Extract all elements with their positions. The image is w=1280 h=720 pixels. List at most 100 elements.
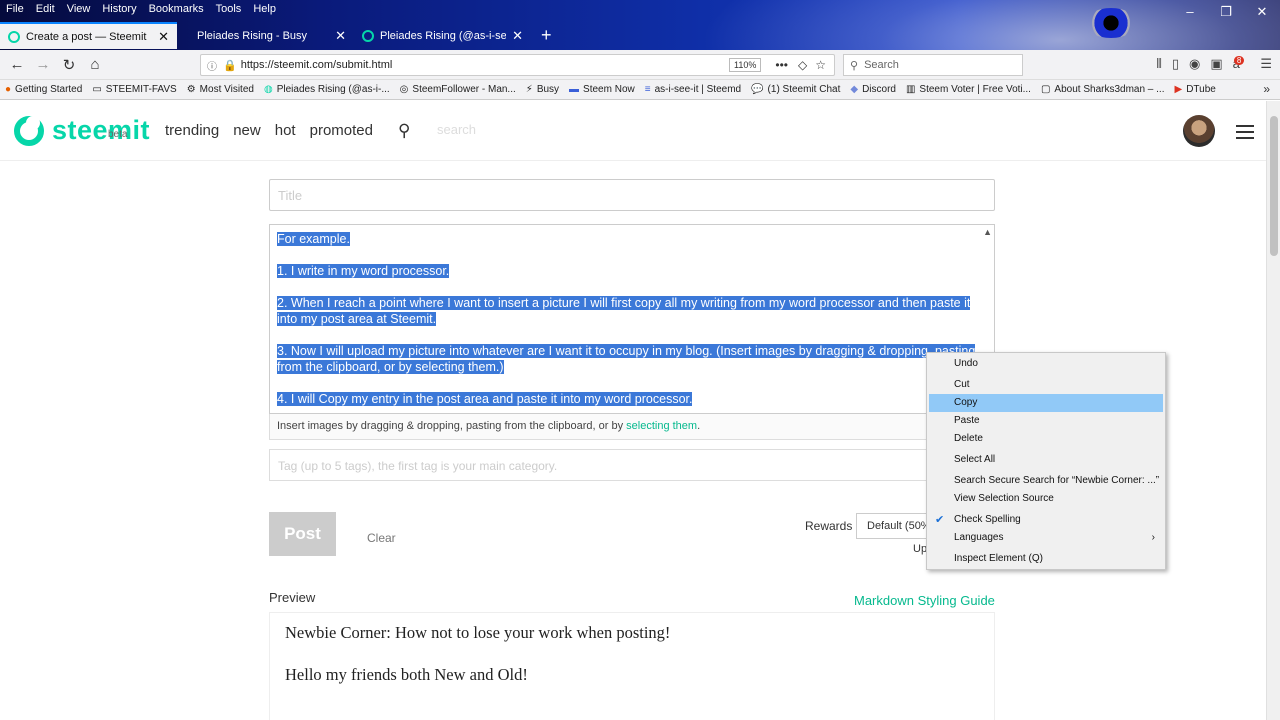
bookmark-item[interactable]: ⚙ Most Visited [182,84,259,95]
bookmark-folder[interactable]: ▭ STEEMIT-FAVS [87,84,181,95]
close-icon[interactable]: ✕ [158,29,169,45]
post-button[interactable]: Post [269,512,336,556]
selected-paragraph: 4. I will Copy my entry in the post area… [277,392,693,406]
amazon-icon[interactable]: a8 [1233,56,1251,72]
extension-icon[interactable]: ◉ [1189,56,1200,72]
bookmark-item[interactable]: ◎ SteemFollower - Man... [395,84,521,95]
close-window-button[interactable]: ✕ [1244,0,1280,24]
menu-item-check-spelling[interactable]: ✔ Check Spelling [929,511,1163,529]
steemit-icon: ◍ [263,84,273,95]
library-icon[interactable]: ⫴ [1156,56,1161,72]
tab-create-post[interactable]: Create a post — Steemit ✕ [0,22,177,49]
nav-promoted[interactable]: promoted [310,122,373,139]
post-body-textarea[interactable]: For example. 1. I write in my word proce… [269,224,995,414]
zoom-level[interactable]: 110% [729,58,762,72]
bookmark-item[interactable]: ▢ About Sharks3dman – ... [1036,84,1170,95]
chevron-up-icon[interactable]: ▲ [983,227,992,237]
bookmark-item[interactable]: ▬ Steem Now [564,84,640,95]
tab-pleiades-rising[interactable]: Pleiades Rising (@as-i-see-it) … ✕ [354,22,531,49]
menu-file[interactable]: File [0,0,30,17]
tab-title: Pleiades Rising - Busy [197,29,308,42]
steemit-icon [8,30,20,43]
extension-icon-2[interactable]: ▣ [1210,56,1222,72]
nav-trending[interactable]: trending [165,122,219,139]
steemit-logo-icon [14,115,44,146]
new-tab-button[interactable]: + [531,22,562,49]
lock-icon[interactable]: 🔒 [223,59,237,72]
maximize-button[interactable]: ❐ [1208,0,1244,24]
preview-paragraph: Hello my friends both New and Old! [285,665,528,684]
open-menu-icon[interactable]: ☰ [1260,56,1272,72]
markdown-guide-link[interactable]: Markdown Styling Guide [854,593,995,608]
pocket-icon[interactable]: ◇ [798,58,807,72]
site-nav: trending new hot promoted [165,122,387,139]
discord-icon: ◆ [850,84,859,95]
menu-help[interactable]: Help [247,0,282,17]
tags-input[interactable]: Tag (up to 5 tags), the first tag is you… [269,449,995,481]
menu-item-view-selection-source[interactable]: View Selection Source [929,490,1163,508]
forward-button[interactable]: → [30,56,56,73]
steemnow-icon: ▬ [569,84,580,95]
hamburger-menu-icon[interactable] [1236,125,1254,139]
clear-button[interactable]: Clear [367,531,396,545]
close-icon[interactable]: ✕ [335,28,346,44]
url-bar[interactable]: ⓘ 🔒 https://steemit.com/submit.html 110%… [200,54,835,76]
steemit-logo[interactable]: steemit [14,115,150,146]
folder-icon: ▭ [92,84,102,95]
steemfollower-icon: ◎ [399,84,409,95]
toolbar-icons: ⫴ ▯ ◉ ▣ a8 ☰ [1156,56,1272,72]
bookmark-item[interactable]: ▶ DTube [1170,84,1221,95]
back-button[interactable]: ← [4,56,30,73]
menu-edit[interactable]: Edit [30,0,61,17]
minimize-button[interactable]: – [1172,0,1208,24]
bookmark-item[interactable]: ◆ Discord [845,84,901,95]
context-menu: Undo Cut Copy Paste Delete Select All Se… [926,352,1166,570]
bookmark-item[interactable]: ≡ as-i-see-it | Steemd [640,84,746,95]
info-icon[interactable]: ⓘ [207,58,217,73]
search-icon[interactable]: ⚲ [398,121,410,141]
menu-item-cut[interactable]: Cut [929,376,1163,394]
menu-bookmarks[interactable]: Bookmarks [143,0,210,17]
voter-icon: ▥ [905,84,916,95]
menu-history[interactable]: History [96,0,142,17]
menu-item-select-all[interactable]: Select All [929,451,1163,469]
bookmark-item[interactable]: 💬 (1) Steemit Chat [746,84,845,95]
selecting-them-link[interactable]: selecting them [626,420,697,432]
menu-item-inspect-element[interactable]: Inspect Element (Q) [929,550,1163,568]
logo-text: steemit [52,115,151,145]
nav-hot[interactable]: hot [275,122,296,139]
busy-icon: ⚡ [525,84,533,95]
home-button[interactable]: ⌂ [82,56,108,73]
page-scrollbar[interactable] [1266,101,1280,720]
page-actions-icon[interactable]: ••• [775,58,788,72]
menu-item-search-selection[interactable]: Search Secure Search for “Newbie Corner:… [929,472,1163,490]
menu-item-undo[interactable]: Undo [929,355,1163,373]
menu-item-copy[interactable]: Copy [929,394,1163,412]
scrollbar-thumb[interactable] [1270,116,1278,256]
bookmark-item[interactable]: ⚡ Busy [521,84,564,95]
bookmark-item[interactable]: ▥ Steem Voter | Free Voti... [901,84,1036,95]
bookmark-item[interactable]: ◍ Pleiades Rising (@as-i-... [259,84,395,95]
sidebar-icon[interactable]: ▯ [1172,56,1179,72]
avatar[interactable] [1183,115,1215,147]
search-bar[interactable]: ⚲ Search [843,54,1023,76]
nav-new[interactable]: new [233,122,261,139]
url-text[interactable]: https://steemit.com/submit.html [241,59,729,71]
menu-item-delete[interactable]: Delete [929,430,1163,448]
selected-paragraph: 1. I write in my word processor. [277,264,450,278]
menu-item-languages[interactable]: Languages › [929,529,1163,547]
menu-view[interactable]: View [61,0,97,17]
menu-item-paste[interactable]: Paste [929,412,1163,430]
dtube-icon: ▶ [1174,84,1183,95]
title-input[interactable]: Title [269,179,995,211]
reload-button[interactable]: ↻ [56,56,82,74]
site-search-input[interactable]: search [437,122,476,137]
checkmark-icon: ✔ [935,514,945,526]
image-upload-hint: Insert images by dragging & dropping, pa… [269,414,995,440]
bookmark-star-icon[interactable]: ☆ [815,58,826,72]
tab-busy[interactable]: Pleiades Rising - Busy ✕ [177,22,354,49]
close-icon[interactable]: ✕ [512,28,523,44]
chevron-right-icon[interactable]: » [1263,82,1270,96]
menu-tools[interactable]: Tools [210,0,248,17]
bookmark-item[interactable]: ● Getting Started [0,84,87,95]
